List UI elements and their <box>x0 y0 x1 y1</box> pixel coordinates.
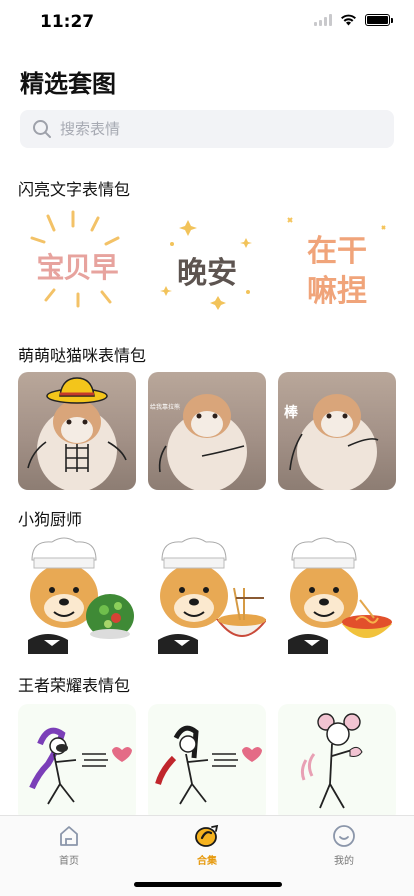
search-bar[interactable] <box>20 110 394 148</box>
sticker-tile[interactable] <box>18 372 136 490</box>
section-title[interactable]: 小狗厨师 <box>18 506 82 530</box>
home-icon <box>60 826 78 846</box>
sticker-tile[interactable] <box>18 704 136 815</box>
sticker-caption: 棒 <box>284 405 298 421</box>
sticker-tile[interactable] <box>148 536 266 654</box>
battery-icon <box>365 14 393 26</box>
search-input[interactable] <box>60 120 360 138</box>
tab-label: 合集 <box>197 856 217 867</box>
sticker-tile[interactable] <box>148 704 266 815</box>
sticker-text-line1: 在干 <box>307 234 367 269</box>
section-title[interactable]: 王者荣耀表情包 <box>18 672 130 696</box>
sticker-caption: 给我靠拉熊 <box>150 404 181 411</box>
dog-chef-image <box>158 537 266 654</box>
section-title[interactable]: 萌萌哒猫咪表情包 <box>18 342 146 366</box>
sticker-text: 宝贝早 <box>36 251 118 284</box>
sticker-row: 宝贝早 晚安 在干 嘛捏 <box>18 208 396 326</box>
page-title: 精选套图 <box>20 70 116 98</box>
signal-icon <box>314 14 332 26</box>
dog-chef-image <box>288 537 392 654</box>
search-icon <box>33 120 51 138</box>
sticker-row <box>18 704 396 815</box>
sticker-text-line2: 嘛捏 <box>307 274 367 309</box>
sticker-row <box>18 536 396 654</box>
cat-image <box>27 377 127 490</box>
tab-label: 我的 <box>334 856 354 867</box>
cat-image <box>289 394 379 490</box>
hero-sticker-image <box>300 713 363 809</box>
collection-icon <box>195 824 219 847</box>
sticker-text: 晚安 <box>177 256 237 291</box>
status-icons <box>314 14 393 26</box>
wifi-icon <box>341 14 356 26</box>
sticker-tile[interactable]: 晚安 <box>148 208 266 326</box>
status-bar: 11:27 <box>0 0 414 46</box>
sticker-tile[interactable]: 给我靠拉熊 <box>148 372 266 490</box>
sticker-tile[interactable]: 在干 嘛捏 <box>278 208 396 326</box>
tab-label: 首页 <box>59 856 79 867</box>
sticker-tile[interactable] <box>18 536 136 654</box>
status-time: 11:27 <box>40 12 95 32</box>
section-title[interactable]: 闪亮文字表情包 <box>18 176 130 200</box>
cat-image <box>158 394 247 490</box>
hero-sticker-image <box>29 727 132 805</box>
content-scroll[interactable]: 闪亮文字表情包 宝贝早 晚安 在干 嘛捏 萌萌哒猫咪表情包 给我靠拉熊 棒 小狗… <box>0 170 414 815</box>
dog-chef-image <box>28 537 134 654</box>
sticker-tile[interactable]: 棒 <box>278 372 396 490</box>
tab-profile[interactable]: 我的 <box>294 824 394 867</box>
home-indicator <box>134 882 282 887</box>
sticker-row: 给我靠拉熊 棒 <box>18 372 396 490</box>
sticker-tile[interactable]: 宝贝早 <box>18 208 136 326</box>
sticker-tile[interactable] <box>278 536 396 654</box>
profile-icon <box>333 825 355 847</box>
sticker-tile[interactable] <box>278 704 396 815</box>
tab-home[interactable]: 首页 <box>19 824 119 867</box>
hero-sticker-image <box>155 725 262 805</box>
tab-collection[interactable]: 合集 <box>157 824 257 867</box>
